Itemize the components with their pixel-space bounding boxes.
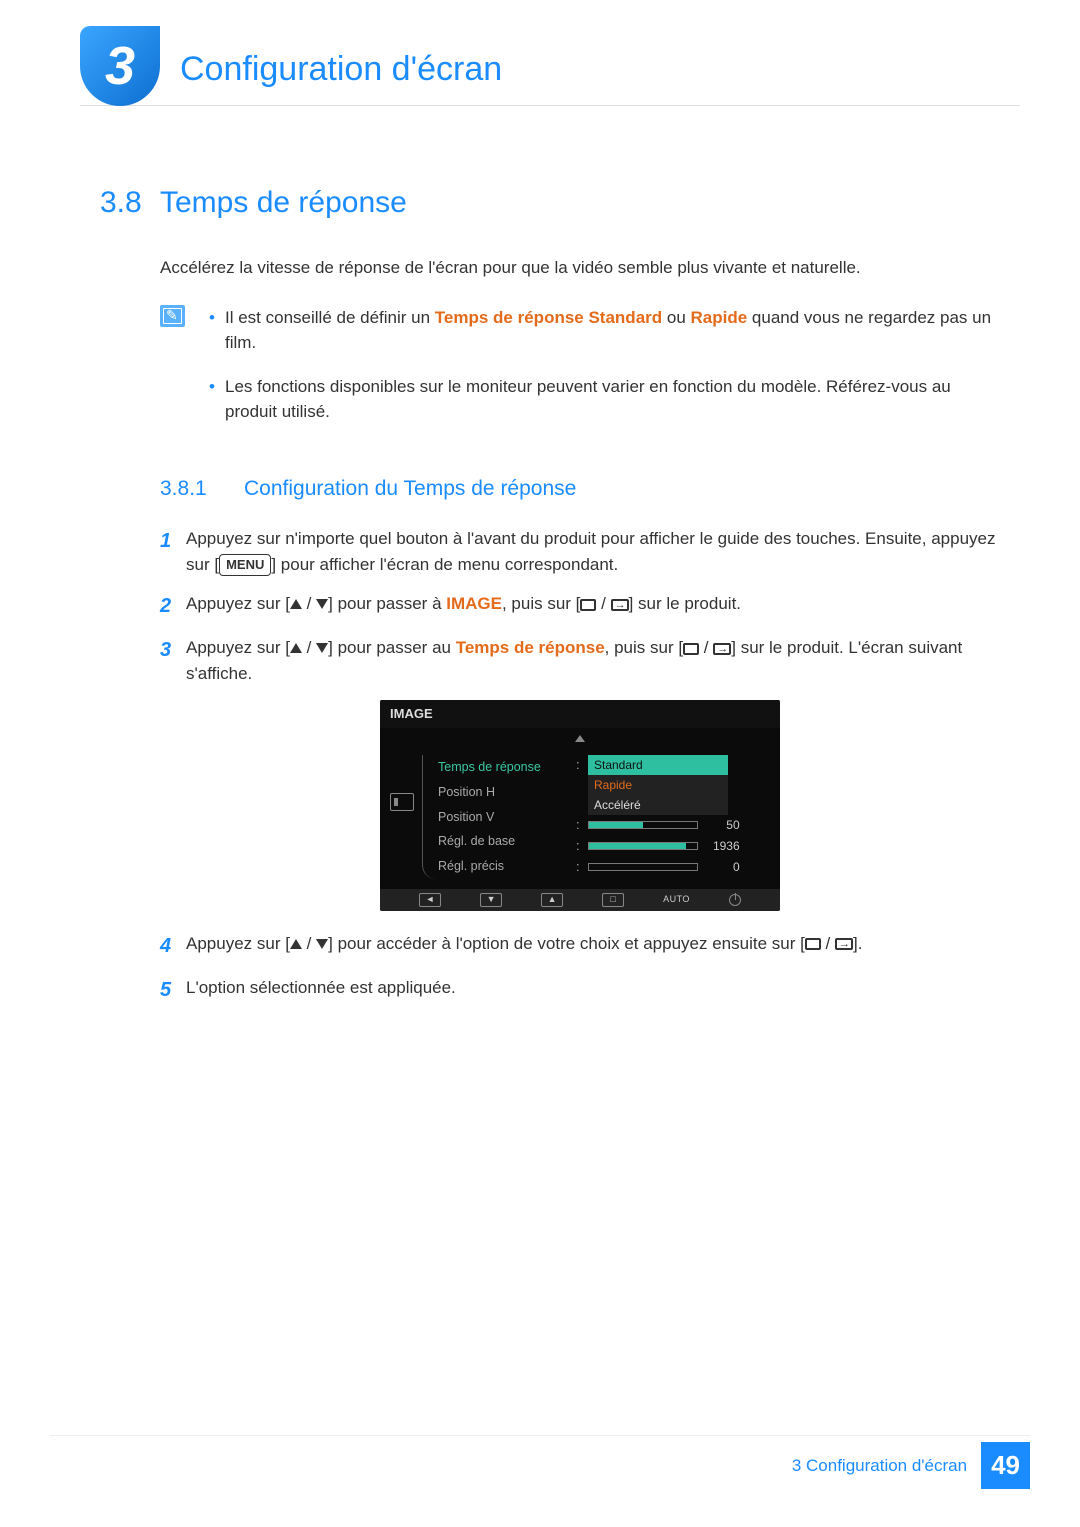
osd-posv-fill — [589, 822, 643, 828]
step-emphasis: Temps de réponse — [456, 638, 605, 657]
osd-values: : Standard Rapide Accéléré : : — [576, 755, 770, 879]
subsection-title: Configuration du Temps de réponse — [244, 473, 576, 505]
chapter-title: Configuration d'écran — [180, 26, 502, 95]
osd-posv-value: 50 — [706, 816, 740, 834]
note-icon — [160, 305, 185, 327]
osd-fine-slider: 0 — [588, 858, 770, 876]
step-2: 2 Appuyez sur [ / ] pour passer à IMAGE,… — [160, 591, 1000, 621]
source-icon — [580, 599, 596, 611]
osd-source-icon: □ — [602, 893, 624, 907]
step-text: Appuyez sur [ / ] pour passer au Temps d… — [186, 635, 1000, 686]
step-3: 3 Appuyez sur [ / ] pour passer au Temps… — [160, 635, 1000, 686]
osd-response-dropdown: Standard Rapide Accéléré — [588, 755, 728, 815]
osd-screenshot: IMAGE Temps de réponse Position H Positi… — [160, 700, 1000, 911]
up-arrow-icon — [575, 735, 585, 742]
enter-icon — [611, 599, 629, 611]
step-number: 3 — [160, 635, 186, 686]
step-5: 5 L'option sélectionnée est appliquée. — [160, 975, 1000, 1005]
osd-body: Temps de réponse Position H Position V R… — [380, 749, 780, 889]
footer-page-number: 49 — [981, 1442, 1030, 1489]
step-number: 5 — [160, 975, 186, 1005]
osd-down-icon: ▼ — [480, 893, 502, 907]
subsection-heading: 3.8.1 Configuration du Temps de réponse — [160, 473, 1000, 505]
step-number: 4 — [160, 931, 186, 961]
step-1: 1 Appuyez sur n'importe quel bouton à l'… — [160, 526, 1000, 577]
step-text: Appuyez sur [ / ] pour passer à IMAGE, p… — [186, 591, 1000, 621]
step-text: Appuyez sur [ / ] pour accéder à l'optio… — [186, 931, 1000, 961]
enter-icon — [713, 643, 731, 655]
step-number: 2 — [160, 591, 186, 621]
osd-label-fine: Régl. précis — [432, 854, 562, 879]
osd-category-icon — [390, 755, 418, 879]
step-emphasis: IMAGE — [446, 594, 502, 613]
osd-labels: Temps de réponse Position H Position V R… — [432, 755, 562, 879]
subsection-number: 3.8.1 — [160, 473, 244, 505]
note-text: ou — [662, 308, 690, 327]
osd-curve-decoration — [422, 755, 436, 879]
step-text: Appuyez sur n'importe quel bouton à l'av… — [186, 526, 1000, 577]
osd-scroll-up — [380, 728, 780, 750]
osd-panel: IMAGE Temps de réponse Position H Positi… — [380, 700, 780, 911]
note-text: Les fonctions disponibles sur le moniteu… — [225, 377, 951, 422]
osd-coarse-value: 1936 — [706, 837, 740, 855]
osd-label-posh: Position H — [432, 780, 562, 805]
up-arrow-icon — [290, 931, 302, 957]
step-text: L'option sélectionnée est appliquée. — [186, 975, 1000, 1005]
chapter-header: 3 Configuration d'écran — [80, 26, 1020, 106]
step-number: 1 — [160, 526, 186, 577]
source-icon — [683, 643, 699, 655]
note-emphasis: Temps de réponse Standard — [435, 308, 662, 327]
osd-power-icon — [729, 894, 741, 906]
note-item: Il est conseillé de définir un Temps de … — [209, 305, 1000, 356]
footer-chapter: 3 Configuration d'écran — [792, 1453, 967, 1479]
osd-label-coarse: Régl. de base — [432, 829, 562, 854]
up-arrow-icon — [290, 591, 302, 617]
steps-list: 1 Appuyez sur n'importe quel bouton à l'… — [160, 526, 1000, 1005]
osd-back-icon: ◄ — [419, 893, 441, 907]
osd-header: IMAGE — [380, 700, 780, 728]
note-list: Il est conseillé de définir un Temps de … — [209, 305, 1000, 443]
osd-label-posv: Position V — [432, 805, 562, 830]
down-arrow-icon — [316, 931, 328, 957]
osd-option-standard: Standard — [588, 755, 728, 775]
note-item: Les fonctions disponibles sur le moniteu… — [209, 374, 1000, 425]
note-block: Il est conseillé de définir un Temps de … — [160, 305, 1000, 443]
osd-coarse-fill — [589, 843, 686, 849]
page-footer: 3 Configuration d'écran 49 — [50, 1435, 1030, 1489]
source-icon — [805, 938, 821, 950]
osd-option-accelere: Accéléré — [588, 795, 728, 815]
enter-icon — [835, 938, 853, 950]
section-intro: Accélérez la vitesse de réponse de l'écr… — [160, 255, 1000, 281]
up-arrow-icon — [290, 635, 302, 661]
image-category-icon — [390, 793, 414, 811]
osd-coarse-slider: 1936 — [588, 837, 770, 855]
chapter-number-badge: 3 — [80, 26, 160, 106]
menu-button-icon: MENU — [219, 554, 271, 576]
section-number: 3.8 — [100, 180, 160, 225]
osd-posv-slider: 50 — [588, 816, 770, 834]
osd-option-rapide: Rapide — [588, 775, 728, 795]
osd-auto-label: AUTO — [663, 893, 690, 907]
down-arrow-icon — [316, 591, 328, 617]
note-emphasis: Rapide — [691, 308, 748, 327]
osd-fine-value: 0 — [706, 858, 740, 876]
section-heading: 3.8 Temps de réponse — [100, 180, 1000, 225]
osd-button-bar: ◄ ▼ ▲ □ AUTO — [380, 889, 780, 911]
down-arrow-icon — [316, 635, 328, 661]
section-title: Temps de réponse — [160, 180, 407, 225]
osd-up-icon: ▲ — [541, 893, 563, 907]
step-4: 4 Appuyez sur [ / ] pour accéder à l'opt… — [160, 931, 1000, 961]
osd-label-response: Temps de réponse — [432, 755, 562, 780]
page-body: 3.8 Temps de réponse Accélérez la vitess… — [100, 180, 1000, 1019]
note-text: Il est conseillé de définir un — [225, 308, 435, 327]
